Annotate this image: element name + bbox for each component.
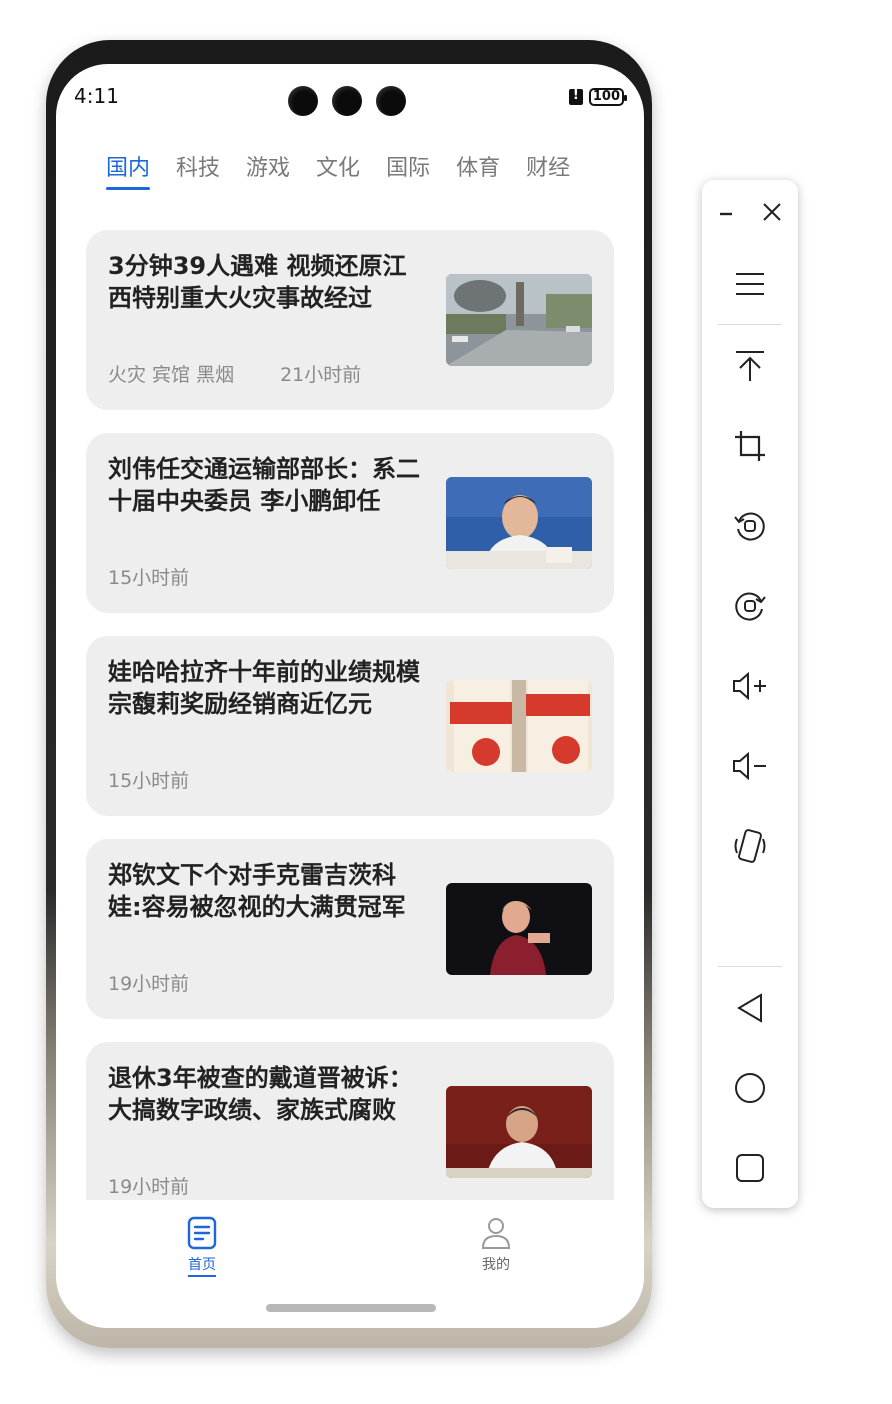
volume-up-icon xyxy=(733,671,766,701)
news-thumbnail xyxy=(446,274,592,366)
minimize-button[interactable] xyxy=(706,192,746,232)
news-card[interactable]: 郑钦文下个对手克雷吉茨科娃:容易被忽视的大满贯冠军 19小时前 xyxy=(86,839,614,1019)
news-time: 15小时前 xyxy=(108,770,190,792)
tab-international[interactable]: 国际 xyxy=(386,150,430,190)
news-meta: 火灾 宾馆 黑烟 21小时前 xyxy=(108,360,361,387)
news-thumbnail xyxy=(446,883,592,975)
back-button[interactable] xyxy=(730,988,770,1028)
rotate-right-icon xyxy=(735,592,766,621)
menu-icon xyxy=(736,273,764,295)
alert-icon xyxy=(568,88,583,105)
minimize-icon xyxy=(720,212,732,216)
camera-dot-icon xyxy=(288,86,318,116)
document-icon xyxy=(187,1216,217,1250)
news-card[interactable]: 3分钟39人遇难 视频还原江西特别重大火灾事故经过 火灾 宾馆 黑烟 21小时前 xyxy=(86,230,614,410)
news-meta: 15小时前 xyxy=(108,766,189,793)
news-thumbnail xyxy=(446,1086,592,1178)
tab-sports[interactable]: 体育 xyxy=(456,150,500,190)
phone-screen: 4:11 100 国内 科技 游戏 文化 国际 体育 财经 3分钟39人遇难 视… xyxy=(56,64,644,1328)
camera-dot-icon xyxy=(376,86,406,116)
news-meta: 15小时前 xyxy=(108,563,189,590)
news-thumbnail xyxy=(446,680,592,772)
divider xyxy=(718,966,782,967)
bottom-nav: 首页 我的 xyxy=(56,1200,644,1328)
news-time: 15小时前 xyxy=(108,567,190,589)
nav-mine-label: 我的 xyxy=(482,1257,510,1273)
nav-mine[interactable]: 我的 xyxy=(456,1216,536,1274)
menu-button[interactable] xyxy=(730,264,770,304)
close-button[interactable] xyxy=(752,192,792,232)
back-icon xyxy=(737,993,762,1023)
nav-home-label: 首页 xyxy=(188,1254,216,1277)
news-card[interactable]: 刘伟任交通运输部部长：系二十届中央委员 李小鹏卸任 15小时前 xyxy=(86,433,614,613)
volume-down-button[interactable] xyxy=(730,746,770,786)
shake-icon xyxy=(734,829,766,863)
news-thumbnail xyxy=(446,477,592,569)
battery-icon: 100 xyxy=(588,88,628,106)
home-button[interactable] xyxy=(730,1068,770,1108)
crop-button[interactable] xyxy=(730,426,770,466)
news-title: 娃哈哈拉齐十年前的业绩规模 宗馥莉奖励经销商近亿元 xyxy=(108,658,420,718)
news-title: 3分钟39人遇难 视频还原江西特别重大火灾事故经过 xyxy=(108,252,407,312)
rotate-left-icon xyxy=(734,512,765,541)
home-icon xyxy=(735,1073,765,1103)
tab-culture[interactable]: 文化 xyxy=(316,150,360,190)
tab-finance[interactable]: 财经 xyxy=(526,150,570,190)
news-card[interactable]: 娃哈哈拉齐十年前的业绩规模 宗馥莉奖励经销商近亿元 15小时前 xyxy=(86,636,614,816)
news-time: 19小时前 xyxy=(108,973,190,995)
news-list: 3分钟39人遇难 视频还原江西特别重大火灾事故经过 火灾 宾馆 黑烟 21小时前 xyxy=(86,230,614,1200)
rotate-left-button[interactable] xyxy=(730,506,770,546)
status-icons: 100 xyxy=(568,88,628,106)
shake-button[interactable] xyxy=(730,826,770,866)
news-tags: 火灾 宾馆 黑烟 xyxy=(108,364,235,386)
news-time: 21小时前 xyxy=(280,364,362,386)
status-time: 4:11 xyxy=(74,84,119,108)
nav-home[interactable]: 首页 xyxy=(162,1216,242,1277)
news-title: 郑钦文下个对手克雷吉茨科娃:容易被忽视的大满贯冠军 xyxy=(108,861,406,921)
rotate-right-button[interactable] xyxy=(730,586,770,626)
scroll-top-button[interactable] xyxy=(730,346,770,386)
gesture-home-bar[interactable] xyxy=(266,1304,436,1312)
tab-games[interactable]: 游戏 xyxy=(246,150,290,190)
tab-tech[interactable]: 科技 xyxy=(176,150,220,190)
news-meta: 19小时前 xyxy=(108,969,189,996)
volume-down-icon xyxy=(733,751,766,781)
recents-button[interactable] xyxy=(730,1148,770,1188)
scroll-top-icon xyxy=(736,351,764,381)
news-time: 19小时前 xyxy=(108,1176,190,1198)
emulator-toolbar xyxy=(702,180,798,1208)
news-title: 退休3年被查的戴道晋被诉：大搞数字政绩、家族式腐败 xyxy=(108,1064,413,1124)
volume-up-button[interactable] xyxy=(730,666,770,706)
tab-domestic[interactable]: 国内 xyxy=(106,150,151,190)
news-meta: 19小时前 xyxy=(108,1172,189,1199)
divider xyxy=(718,324,782,325)
user-icon xyxy=(481,1218,511,1249)
crop-icon xyxy=(735,431,765,461)
close-icon xyxy=(763,203,781,221)
phone-frame: 4:11 100 国内 科技 游戏 文化 国际 体育 财经 3分钟39人遇难 视… xyxy=(46,40,652,1348)
news-card[interactable]: 退休3年被查的戴道晋被诉：大搞数字政绩、家族式腐败 19小时前 xyxy=(86,1042,614,1200)
camera-dot-icon xyxy=(332,86,362,116)
news-title: 刘伟任交通运输部部长：系二十届中央委员 李小鹏卸任 xyxy=(108,455,420,515)
recents-icon xyxy=(736,1154,764,1182)
category-tabs: 国内 科技 游戏 文化 国际 体育 财经 xyxy=(106,150,570,190)
